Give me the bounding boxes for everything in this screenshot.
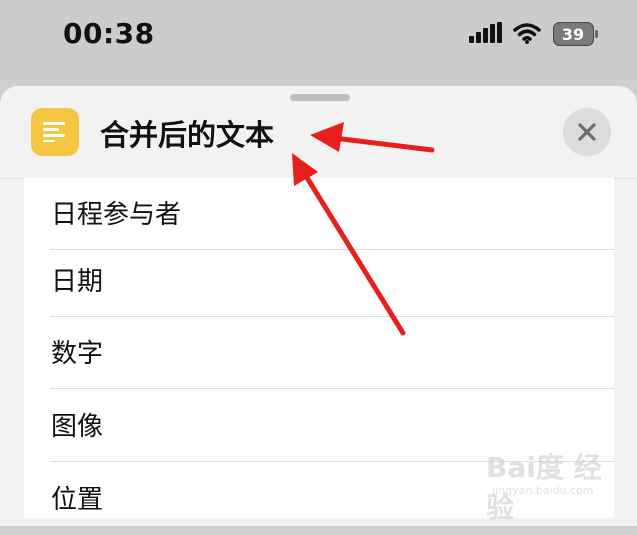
text-lines-icon	[31, 108, 79, 156]
baidu-watermark: Bai度 经验 jingyan.baidu.com	[486, 444, 616, 524]
status-time: 00:38	[63, 17, 155, 50]
list-item-label: 位置	[51, 485, 104, 515]
list-item-label: 日程参与者	[51, 200, 182, 230]
divider	[50, 388, 614, 389]
watermark-domain: jingyan.baidu.com	[492, 484, 594, 497]
sheet-header: 合并后的文本	[0, 86, 637, 179]
sheet-title: 合并后的文本	[100, 118, 275, 152]
cellular-signal-icon	[469, 22, 503, 46]
list-item[interactable]: 日程参与者	[24, 178, 614, 250]
list-item-label: 图像	[51, 412, 104, 442]
list-item-label: 日期	[51, 267, 104, 297]
list-item-label: 数字	[51, 339, 104, 369]
status-bar: 00:38 39	[0, 0, 637, 80]
close-icon	[578, 123, 596, 141]
list-item[interactable]: 数字	[24, 317, 614, 389]
battery-level: 39	[562, 25, 584, 44]
wifi-icon	[512, 22, 542, 46]
battery-icon: 39	[553, 22, 599, 46]
close-button[interactable]	[563, 108, 611, 156]
list-item[interactable]: 日期	[24, 245, 614, 317]
